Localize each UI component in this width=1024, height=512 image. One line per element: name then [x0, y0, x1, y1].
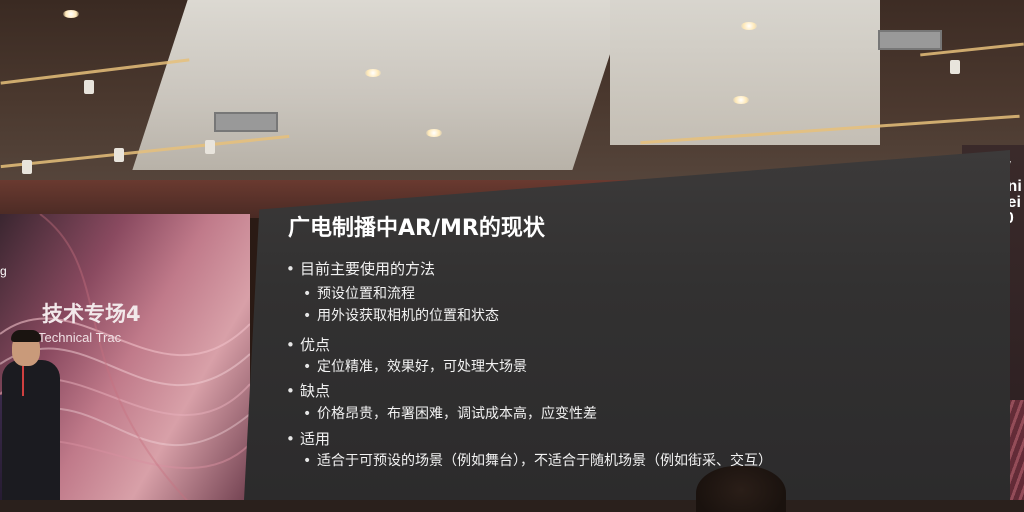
bullet-dot: • — [286, 260, 295, 278]
ceiling-downlight — [63, 10, 79, 18]
banner-subtitle: Technical Trac — [38, 330, 122, 345]
bullet-text: 目前主要使用的方法 — [300, 260, 436, 278]
bullet-item: • 适用 — [286, 428, 330, 449]
photo-scene: g 技术专场4 Technical Trac unity Uni Bei 20 … — [0, 0, 1024, 512]
bullet-item: • 缺点 — [286, 380, 330, 401]
sub-bullet-item: • 预设位置和流程 — [303, 283, 415, 303]
speaker-body — [2, 360, 60, 512]
bullet-text: 价格昂贵，布署困难，调试成本高，应变性差 — [317, 406, 597, 422]
speaker-hair — [11, 330, 41, 342]
slide-title: 广电制播中AR/MR的现状 — [288, 216, 545, 241]
bullet-item: • 优点 — [286, 334, 330, 355]
ceiling-fixture — [22, 160, 32, 174]
audience-head — [696, 466, 786, 512]
bullet-text: 优点 — [300, 336, 331, 354]
bullet-dot: • — [303, 453, 312, 469]
ceiling-fixture — [114, 148, 124, 162]
bullet-dot: • — [286, 430, 295, 448]
ceiling-fixture — [84, 80, 94, 94]
ceiling-downlight — [426, 129, 442, 137]
sub-bullet-item: • 用外设获取相机的位置和状态 — [303, 305, 499, 325]
sub-bullet-item: • 价格昂贵，布署困难，调试成本高，应变性差 — [303, 403, 597, 423]
ceiling-fixture — [205, 140, 215, 154]
bullet-text: 缺点 — [300, 382, 331, 400]
sub-bullet-item: • 定位精准，效果好，可处理大场景 — [303, 356, 527, 376]
bullet-text: 适用 — [300, 430, 331, 448]
sub-bullet-item: • 适合于可预设的场景（例如舞台），不适合于随机场景（例如街采、交互） — [303, 450, 772, 470]
bullet-item: • 目前主要使用的方法 — [286, 258, 435, 279]
ceiling-downlight — [741, 22, 757, 30]
bullet-dot: • — [303, 286, 312, 302]
banner-title: 技术专场4 — [42, 302, 141, 326]
banner-edge-text: g — [0, 264, 7, 278]
ceiling-dark-section — [870, 0, 1024, 120]
bullet-text: 适合于可预设的场景（例如舞台），不适合于随机场景（例如街采、交互） — [317, 453, 772, 469]
bullet-text: 定位精准，效果好，可处理大场景 — [317, 359, 527, 375]
bullet-dot: • — [303, 308, 312, 324]
ceiling-vent — [214, 112, 278, 132]
speaker-lanyard — [22, 366, 24, 396]
bullet-text: 用外设获取相机的位置和状态 — [317, 308, 499, 324]
bullet-dot: • — [286, 336, 295, 354]
bullet-dot: • — [286, 382, 295, 400]
ceiling-downlight — [733, 96, 749, 104]
bullet-dot: • — [303, 359, 312, 375]
stage-floor — [0, 500, 1024, 512]
ceiling-fixture — [950, 60, 960, 74]
ceiling-downlight — [365, 69, 381, 77]
bullet-dot: • — [303, 406, 312, 422]
bullet-text: 预设位置和流程 — [317, 286, 415, 302]
ceiling-vent — [878, 30, 942, 50]
projection-screen — [244, 150, 1010, 500]
